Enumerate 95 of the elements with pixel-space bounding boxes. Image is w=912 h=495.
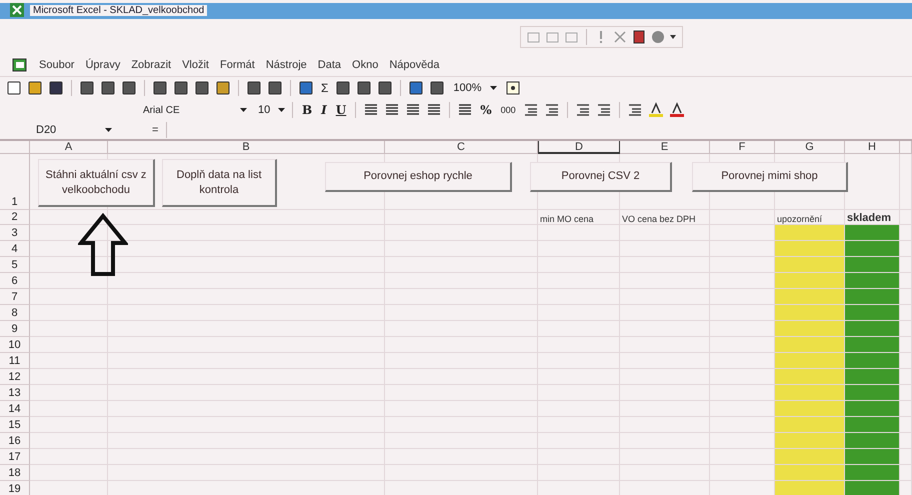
- caret-icon[interactable]: [670, 35, 676, 39]
- caret-icon: [490, 86, 497, 90]
- macro-button[interactable]: Porovnej CSV 2: [530, 162, 672, 192]
- font-color-icon[interactable]: [668, 102, 685, 118]
- italic-button[interactable]: I: [319, 103, 329, 117]
- sheet-cell: [900, 241, 912, 257]
- row-header[interactable]: 10: [0, 337, 30, 353]
- menu-item[interactable]: Zobrazit: [131, 59, 172, 71]
- cell-text: VO cena bez DPH: [621, 214, 696, 224]
- decrease-indent-icon[interactable]: [574, 102, 591, 118]
- sheet-cell: [900, 225, 912, 241]
- menu-item[interactable]: Soubor: [39, 59, 74, 71]
- sheet-cell: [900, 449, 912, 465]
- row-header[interactable]: 9: [0, 321, 30, 337]
- sheet-cell: [900, 433, 912, 449]
- caret-icon: [278, 108, 286, 112]
- row-header[interactable]: 14: [0, 401, 30, 417]
- row-header[interactable]: 7: [0, 289, 30, 305]
- menu-item[interactable]: Úpravy: [85, 59, 120, 71]
- row-header[interactable]: 6: [0, 273, 30, 289]
- macro-button[interactable]: Porovnej eshop rychle: [325, 162, 512, 192]
- menu-item[interactable]: Okno: [352, 59, 378, 71]
- cell-text: skladem: [846, 212, 892, 224]
- font-size-dropdown[interactable]: 10: [255, 103, 285, 117]
- column-header[interactable]: D: [538, 141, 620, 154]
- sheet-cell: [900, 154, 912, 210]
- column-header[interactable]: F: [710, 141, 775, 154]
- sheet-cell: [900, 401, 912, 417]
- increase-indent-icon[interactable]: [596, 102, 612, 118]
- help-icon[interactable]: [504, 80, 521, 96]
- row-header[interactable]: 3: [0, 225, 30, 241]
- cross-icon[interactable]: [613, 30, 627, 44]
- menu-item[interactable]: Nápověda: [389, 59, 440, 71]
- macro-button[interactable]: Porovnej mimi shop: [692, 162, 848, 192]
- sheet-cell: [900, 321, 912, 337]
- column-header[interactable]: B: [108, 141, 385, 154]
- font-dropdown[interactable]: Arial CE: [140, 104, 250, 116]
- row-header[interactable]: 13: [0, 385, 30, 401]
- row-header[interactable]: 12: [0, 369, 30, 385]
- menu-item[interactable]: Nástroje: [266, 59, 307, 71]
- sheet-cell: [900, 369, 912, 385]
- column-header[interactable]: G: [775, 141, 845, 154]
- sheet-cell: [900, 305, 912, 321]
- underline-button[interactable]: U: [334, 103, 348, 117]
- document-icon[interactable]: [632, 30, 646, 44]
- row-header[interactable]: 17: [0, 449, 30, 465]
- info-icon[interactable]: [651, 30, 665, 44]
- zoom-dropdown[interactable]: 100%: [450, 81, 500, 95]
- cell-text: min MO cena: [539, 214, 594, 224]
- up-arrow-icon: [78, 213, 128, 277]
- formula-label: =: [152, 124, 160, 136]
- align-left-icon[interactable]: [363, 102, 380, 118]
- macro-button[interactable]: Doplň data na list kontrola: [162, 159, 277, 207]
- row-header[interactable]: 1: [0, 154, 30, 210]
- row-header[interactable]: 5: [0, 257, 30, 273]
- sheet-cell: [900, 385, 912, 401]
- caret-icon: [105, 128, 112, 132]
- row-header[interactable]: 15: [0, 417, 30, 433]
- row-header[interactable]: 8: [0, 305, 30, 321]
- thousands-button[interactable]: 000: [498, 105, 518, 115]
- row-header[interactable]: 19: [0, 481, 30, 495]
- name-box[interactable]: D20: [36, 124, 116, 136]
- column-header[interactable]: A: [30, 141, 108, 154]
- macro-button[interactable]: Stáhni aktuální csv z velkoobchodu: [38, 159, 155, 207]
- autosum-button[interactable]: Σ: [319, 81, 330, 95]
- align-right-icon[interactable]: [405, 102, 422, 118]
- sheet-cell: [900, 273, 912, 289]
- sheet-cell: [900, 417, 912, 433]
- window-title: Microsoft Excel - SKLAD_velkoobchod: [30, 4, 208, 16]
- new-file-icon[interactable]: [6, 80, 22, 96]
- row-header[interactable]: 18: [0, 465, 30, 481]
- caret-icon: [240, 108, 247, 112]
- row-header[interactable]: 16: [0, 433, 30, 449]
- column-header[interactable]: H: [845, 141, 900, 154]
- column-header[interactable]: C: [385, 141, 538, 154]
- sheet-cell: [900, 337, 912, 353]
- fill-color-icon[interactable]: [648, 102, 664, 118]
- workbook-icon: [12, 57, 28, 73]
- column-header[interactable]: E: [620, 141, 710, 154]
- cell-text: upozornění: [776, 214, 822, 224]
- sheet-cell: [900, 465, 912, 481]
- sheet-cell: [900, 257, 912, 273]
- percent-button[interactable]: %: [478, 103, 494, 117]
- borders-icon[interactable]: [626, 102, 643, 118]
- menu-item[interactable]: Data: [318, 59, 342, 71]
- excel-icon: [10, 3, 24, 17]
- row-header[interactable]: 2: [0, 210, 30, 225]
- align-center-icon[interactable]: [384, 102, 400, 118]
- menu-item[interactable]: Formát: [220, 59, 255, 71]
- menu-item[interactable]: Vložit: [182, 59, 209, 71]
- sheet-cell: [900, 289, 912, 305]
- row-header[interactable]: 11: [0, 353, 30, 369]
- bold-button[interactable]: B: [300, 103, 314, 117]
- row-header[interactable]: 4: [0, 241, 30, 257]
- sheet-cell: [900, 353, 912, 369]
